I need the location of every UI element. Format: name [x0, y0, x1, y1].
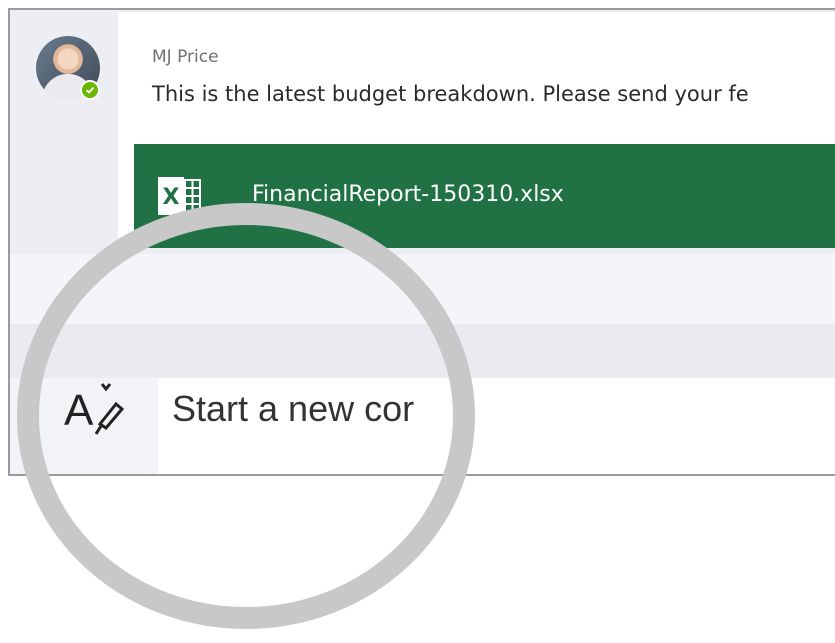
message-text: This is the latest budget breakdown. Ple…	[152, 82, 749, 106]
attachment-file-name: FinancialReport-150310.xlsx	[252, 182, 564, 207]
format-text-icon[interactable]: A	[56, 378, 140, 448]
svg-text:A: A	[64, 386, 94, 435]
presence-available-icon	[80, 80, 100, 100]
new-conversation-placeholder: Start a new cor	[172, 388, 415, 429]
excel-icon: X	[158, 177, 201, 215]
check-icon	[85, 86, 95, 94]
spacer	[10, 324, 835, 378]
sender-name: MJ Price	[152, 47, 219, 67]
svg-text:X: X	[163, 185, 180, 210]
file-attachment[interactable]: X FinancialReport-150310.xlsx	[134, 144, 835, 248]
spacer	[10, 254, 835, 324]
